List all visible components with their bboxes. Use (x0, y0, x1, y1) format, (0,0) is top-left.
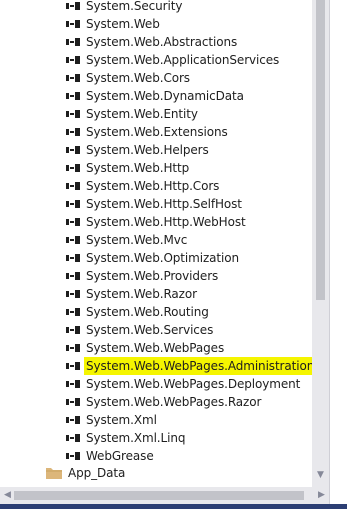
folder-icon (46, 468, 62, 479)
reference-icon (66, 92, 80, 100)
reference-icon (66, 74, 80, 82)
reference-label: System.Web.Mvc (86, 233, 188, 247)
vertical-scroll-thumb[interactable] (316, 0, 325, 300)
tree-item-reference[interactable]: System.Web.Routing (0, 303, 312, 321)
tree-item-reference[interactable]: System.Web.Http.SelfHost (0, 195, 312, 213)
tree-item-reference[interactable]: WebGrease (0, 447, 312, 465)
tree-item-reference[interactable]: System.Web.Mvc (0, 231, 312, 249)
reference-icon (66, 362, 80, 370)
tree-item-reference[interactable]: System.Web.Cors (0, 69, 312, 87)
reference-icon (66, 200, 80, 208)
tree-item-reference[interactable]: System.Security (0, 0, 312, 15)
reference-icon (66, 434, 80, 442)
reference-label: WebGrease (86, 449, 154, 463)
reference-label: System.Web.WebPages.Deployment (86, 377, 301, 391)
reference-label: System.Web.DynamicData (86, 89, 244, 103)
reference-icon (66, 2, 80, 10)
reference-icon (66, 272, 80, 280)
reference-label: System.Web.Http.SelfHost (86, 197, 242, 211)
tree-item-reference[interactable]: System.Web.Http.Cors (0, 177, 312, 195)
reference-icon (66, 38, 80, 46)
reference-icon (66, 20, 80, 28)
vertical-scrollbar[interactable]: ▼ (312, 0, 329, 487)
reference-label: System.Web.WebPages.Razor (86, 395, 262, 409)
reference-label: System.Web.Helpers (86, 143, 209, 157)
tree-item-reference[interactable]: System.Web.ApplicationServices (0, 51, 312, 69)
reference-label: System.Web.Optimization (86, 251, 240, 265)
scroll-down-arrow-icon[interactable]: ▼ (315, 470, 326, 481)
reference-icon (66, 344, 80, 352)
reference-icon (66, 398, 80, 406)
tree-item-reference[interactable]: System.Web.Razor (0, 285, 312, 303)
reference-icon (66, 146, 80, 154)
reference-label: System.Web.Extensions (86, 125, 228, 139)
horizontal-scrollbar[interactable]: ◀ ▶ (0, 487, 329, 504)
tree-item-reference[interactable]: System.Web.Entity (0, 105, 312, 123)
reference-label: System.Web.WebPages (86, 341, 225, 355)
horizontal-scroll-thumb[interactable] (14, 491, 304, 500)
reference-icon (66, 128, 80, 136)
reference-label: System.Web.WebPages.Administration (84, 357, 312, 375)
reference-label: System.Web (86, 17, 160, 31)
tree-item-reference[interactable]: System.Web.WebPages (0, 339, 312, 357)
reference-label: System.Web.ApplicationServices (86, 53, 280, 67)
reference-icon (66, 254, 80, 262)
tree-item-reference[interactable]: System.Web.Extensions (0, 123, 312, 141)
reference-label: System.Web.Http (86, 161, 190, 175)
tree-item-reference[interactable]: System.Web.Services (0, 321, 312, 339)
tree-item-reference[interactable]: System.Xml (0, 411, 312, 429)
reference-icon (66, 56, 80, 64)
tree-item-reference[interactable]: System.Web.Helpers (0, 141, 312, 159)
reference-label: System.Web.Providers (86, 269, 219, 283)
reference-label: System.Web.Http.WebHost (86, 215, 246, 229)
scroll-left-arrow-icon[interactable]: ◀ (2, 490, 13, 501)
reference-icon (66, 218, 80, 226)
tree-item-reference[interactable]: System.Web.Http.WebHost (0, 213, 312, 231)
tree-item-reference[interactable]: System.Web.WebPages.Administration (0, 357, 312, 375)
reference-label: System.Web.Http.Cors (86, 179, 220, 193)
reference-icon (66, 308, 80, 316)
reference-icon (66, 416, 80, 424)
reference-label: System.Web.Services (86, 323, 214, 337)
reference-icon (66, 236, 80, 244)
reference-label: System.Web.Routing (86, 305, 209, 319)
reference-label: System.Xml (86, 413, 157, 427)
tree-item-reference[interactable]: System.Web.Http (0, 159, 312, 177)
reference-label: System.Xml.Linq (86, 431, 186, 445)
reference-icon (66, 452, 80, 460)
side-panel-edge (329, 0, 347, 509)
reference-label: System.Security (86, 0, 183, 13)
reference-icon (66, 110, 80, 118)
tree-item-reference[interactable]: System.Web.WebPages.Razor (0, 393, 312, 411)
reference-icon (66, 164, 80, 172)
tree-item-reference[interactable]: System.Web.WebPages.Deployment (0, 375, 312, 393)
scroll-right-arrow-icon[interactable]: ▶ (316, 490, 327, 501)
reference-icon (66, 182, 80, 190)
tree-item-app-data[interactable]: App_Data (0, 464, 312, 482)
tree-item-reference[interactable]: System.Xml.Linq (0, 429, 312, 447)
tree-item-reference[interactable]: System.Web.Optimization (0, 249, 312, 267)
reference-label: System.Web.Entity (86, 107, 198, 121)
solution-explorer-tree: App_Data System.Security System.Web System… (0, 0, 312, 487)
tree-item-reference[interactable]: System.Web.Abstractions (0, 33, 312, 51)
status-bar (0, 504, 347, 509)
tree-item-reference[interactable]: System.Web.Providers (0, 267, 312, 285)
reference-label: System.Web.Cors (86, 71, 190, 85)
reference-label: System.Web.Razor (86, 287, 197, 301)
reference-icon (66, 290, 80, 298)
reference-icon (66, 326, 80, 334)
folder-label: App_Data (68, 466, 126, 480)
tree-item-reference[interactable]: System.Web (0, 15, 312, 33)
tree-item-reference[interactable]: System.Web.DynamicData (0, 87, 312, 105)
reference-icon (66, 380, 80, 388)
reference-label: System.Web.Abstractions (86, 35, 238, 49)
